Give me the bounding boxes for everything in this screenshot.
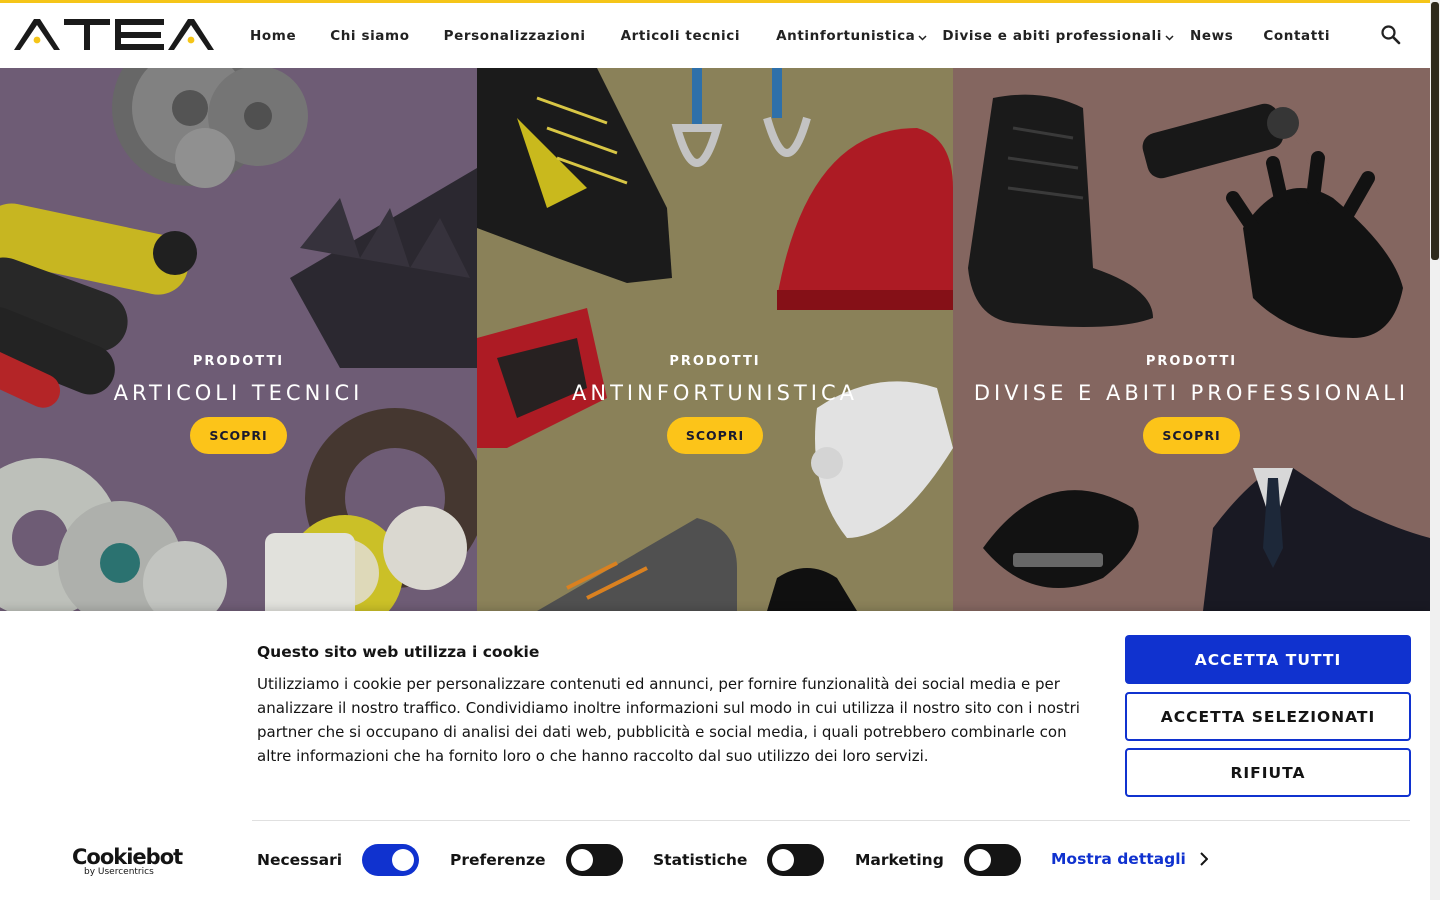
scopri-button[interactable]: SCOPRI (666, 417, 764, 454)
panel-divise[interactable]: PRODOTTI DIVISE E ABITI PROFESSIONALI SC… (953, 68, 1430, 611)
nav-item-antinfortunistica[interactable]: Antinfortunistica (776, 28, 927, 44)
nav-label: Home (250, 27, 297, 44)
panel-content: PRODOTTI DIVISE E ABITI PROFESSIONALI SC… (953, 354, 1430, 454)
toggle-preferenze: Preferenze (450, 844, 623, 876)
main-nav: Home Chi siamo Personalizzazioni Articol… (250, 3, 1330, 68)
cookie-description: Utilizziamo i cookie per personalizzare … (257, 675, 1080, 765)
toggle-label: Marketing (855, 851, 944, 869)
nav-label: Divise e abiti professionali (942, 27, 1162, 44)
cookie-banner: Questo sito web utilizza i cookie Utiliz… (0, 611, 1430, 900)
panel-content: PRODOTTI ANTINFORTUNISTICA SCOPRI (477, 354, 953, 454)
chevron-down-icon (918, 35, 927, 41)
toggle-necessari: Necessari (257, 844, 420, 876)
panel-kicker: PRODOTTI (1145, 354, 1238, 369)
details-label: Mostra dettagli (1051, 850, 1186, 868)
panel-antinfortunistica[interactable]: PRODOTTI ANTINFORTUNISTICA SCOPRI (477, 68, 953, 611)
panel-content: PRODOTTI ARTICOLI TECNICI SCOPRI (0, 354, 477, 454)
cookie-title: Questo sito web utilizza i cookie (257, 643, 540, 661)
scopri-button[interactable]: SCOPRI (1143, 417, 1240, 454)
panel-articoli-tecnici[interactable]: PRODOTTI ARTICOLI TECNICI SCOPRI (0, 68, 477, 611)
nav-label: Antinfortunistica (776, 27, 916, 44)
nav-item-home[interactable]: Home (250, 28, 296, 44)
nav-item-contatti[interactable]: Contatti (1263, 28, 1330, 44)
marketing-switch[interactable] (963, 844, 1021, 876)
statistiche-switch[interactable] (767, 844, 825, 876)
cookie-divider (252, 820, 1410, 821)
panel-title: ARTICOLI TECNICI (113, 381, 364, 405)
switch-knob (772, 849, 795, 871)
reject-button[interactable]: RIFIUTA (1125, 748, 1411, 797)
switch-knob (968, 849, 991, 871)
panel-title: DIVISE E ABITI PROFESSIONALI (973, 381, 1410, 405)
nav-label: Articoli tecnici (620, 27, 741, 44)
nav-item-chi-siamo[interactable]: Chi siamo (330, 28, 409, 44)
nav-item-news[interactable]: News (1190, 28, 1233, 44)
panel-overlay (0, 68, 477, 611)
panel-kicker: PRODOTTI (192, 354, 285, 369)
accept-all-button[interactable]: ACCETTA TUTTI (1125, 635, 1411, 684)
toggle-label: Preferenze (450, 851, 546, 869)
nav-item-personalizzazioni[interactable]: Personalizzazioni (444, 28, 586, 44)
nav-item-articoli-tecnici[interactable]: Articoli tecnici (621, 28, 741, 44)
preferenze-switch[interactable] (565, 844, 623, 876)
switch-knob (392, 849, 415, 871)
show-details-link[interactable]: Mostra dettagli (1051, 850, 1208, 868)
scrollbar-thumb[interactable] (1431, 2, 1439, 260)
site-header: Home Chi siamo Personalizzazioni Articol… (0, 3, 1430, 68)
nav-label: News (1189, 27, 1234, 44)
chevron-right-icon (1200, 852, 1208, 866)
necessari-switch[interactable] (362, 844, 420, 876)
toggle-statistiche: Statistiche (653, 844, 825, 876)
panel-kicker: PRODOTTI (669, 354, 761, 369)
toggle-label: Statistiche (653, 851, 748, 869)
search-icon[interactable] (1380, 24, 1402, 46)
panel-overlay (953, 68, 1430, 611)
nav-item-divise[interactable]: Divise e abiti professionali (942, 28, 1174, 44)
nav-label: Personalizzazioni (443, 27, 586, 44)
cookiebot-logo[interactable]: Cookiebot by Usercentrics (72, 845, 183, 877)
product-panels: PRODOTTI ARTICOLI TECNICI SCOPRI PRODOTT… (0, 68, 1430, 611)
chevron-down-icon (1165, 35, 1174, 41)
scopri-button[interactable]: SCOPRI (190, 417, 287, 454)
nav-label: Chi siamo (330, 27, 410, 44)
accept-selected-button[interactable]: ACCETTA SELEZIONATI (1125, 692, 1411, 741)
nav-label: Contatti (1263, 27, 1331, 44)
toggle-marketing: Marketing (855, 844, 1021, 876)
atea-logo[interactable] (14, 17, 216, 53)
switch-knob (570, 849, 593, 871)
toggle-label: Necessari (257, 851, 343, 869)
cookiebot-brand: Cookiebot (72, 845, 183, 869)
panel-overlay (477, 68, 953, 611)
panel-title: ANTINFORTUNISTICA (572, 381, 858, 405)
